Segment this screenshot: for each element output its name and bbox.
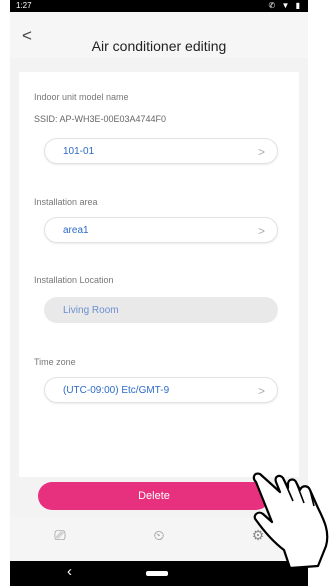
installation-area-label: Installation area <box>34 197 98 207</box>
devices-icon: ⎚ <box>54 527 66 543</box>
nav-home-icon[interactable] <box>146 571 168 576</box>
page-title: Air conditioner editing <box>91 38 227 54</box>
nav-back-icon[interactable]: ‹ <box>67 563 72 580</box>
devices-tab[interactable]: ⎚ <box>40 527 80 549</box>
installation-location-value: Living Room <box>63 304 119 316</box>
status-time: 1:27 <box>16 1 32 10</box>
phone-frame: 1:27 ✆ ▼ ▮ < Air conditioner editing Ind… <box>0 0 332 586</box>
model-name-value: 101-01 <box>63 145 95 157</box>
time-zone-label: Time zone <box>34 357 76 367</box>
model-name-field[interactable]: 101-01 > <box>44 138 278 164</box>
chevron-right-icon: > <box>257 224 265 238</box>
chevron-right-icon: > <box>257 145 265 159</box>
tap-hand-icon <box>252 472 329 570</box>
status-icons: ✆ ▼ ▮ <box>268 1 302 10</box>
settings-card: Indoor unit model name SSID: AP-WH3E-00E… <box>19 72 299 477</box>
installation-area-value: area1 <box>63 224 89 236</box>
time-zone-value: (UTC-09:00) Etc/GMT-9 <box>63 384 170 396</box>
timer-tab[interactable]: ⏲ <box>139 527 179 549</box>
installation-location-label: Installation Location <box>34 275 114 285</box>
timer-icon: ⏲ <box>153 527 165 543</box>
installation-area-field[interactable]: area1 > <box>44 217 278 243</box>
app-header: < Air conditioner editing <box>10 12 308 58</box>
model-name-label: Indoor unit model name <box>34 92 129 102</box>
status-bar: 1:27 ✆ ▼ ▮ <box>10 0 308 12</box>
delete-button[interactable]: Delete <box>38 482 270 510</box>
installation-location-field: Living Room <box>44 297 278 323</box>
ssid-text: SSID: AP-WH3E-00E03A4744F0 <box>34 114 167 124</box>
chevron-right-icon: > <box>257 384 265 398</box>
time-zone-field[interactable]: (UTC-09:00) Etc/GMT-9 > <box>44 377 278 403</box>
